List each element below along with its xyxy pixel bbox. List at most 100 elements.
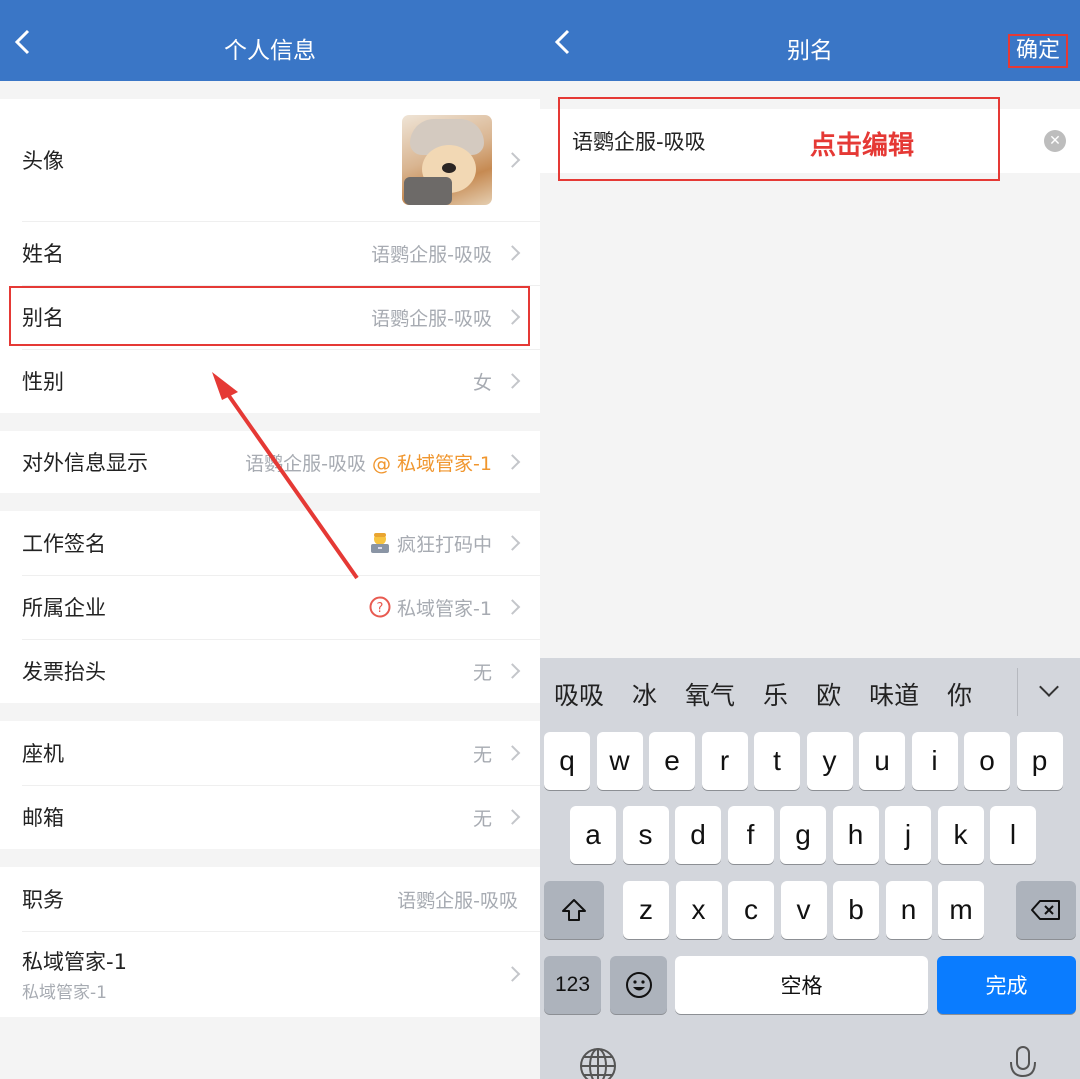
key-u[interactable]: u xyxy=(859,732,905,790)
key-s[interactable]: s xyxy=(622,806,669,864)
key-k[interactable]: k xyxy=(937,806,984,864)
chevron-right-icon xyxy=(504,373,521,389)
row-work-signature[interactable]: 工作签名 疯狂打码中 xyxy=(0,511,540,575)
page-title: 个人信息 xyxy=(224,38,316,64)
space-key[interactable]: 空格 xyxy=(675,956,928,1014)
candidate[interactable]: 你 xyxy=(947,676,972,712)
chevron-right-icon xyxy=(504,454,521,470)
row-value: 女 xyxy=(472,371,492,394)
row-email[interactable]: 邮箱 无 xyxy=(0,785,540,849)
key-h[interactable]: h xyxy=(832,806,879,864)
key-q[interactable]: q xyxy=(544,732,590,790)
key-l[interactable]: l xyxy=(990,806,1036,864)
chevron-right-icon xyxy=(504,245,521,261)
key-m[interactable]: m xyxy=(938,881,984,939)
clear-icon[interactable]: ✕ xyxy=(1044,130,1066,152)
done-key[interactable]: 完成 xyxy=(937,956,1076,1014)
emoji-icon xyxy=(625,972,652,998)
candidate[interactable]: 味道 xyxy=(869,676,919,712)
key-p[interactable]: p xyxy=(1016,732,1063,790)
row-landline[interactable]: 座机 无 xyxy=(0,721,540,785)
highlight-box-input xyxy=(558,97,1000,181)
company-name: 私域管家-1 xyxy=(397,597,492,620)
row-avatar[interactable]: 头像 xyxy=(0,99,540,221)
key-x[interactable]: x xyxy=(675,881,722,939)
row-label: 邮箱 xyxy=(22,806,64,830)
key-c[interactable]: c xyxy=(728,881,774,939)
key-row-3: zxcvbnm xyxy=(540,881,1080,939)
candidate[interactable]: 吸吸 xyxy=(554,676,604,712)
candidate[interactable]: 乐 xyxy=(763,676,788,712)
row-label: 头像 xyxy=(22,149,64,173)
backspace-key[interactable] xyxy=(1016,881,1076,939)
chevron-down-icon[interactable] xyxy=(1039,677,1059,697)
globe-icon[interactable] xyxy=(578,1046,618,1079)
row-value: 语鹦企服-吸吸 xyxy=(371,243,492,266)
key-v[interactable]: v xyxy=(780,881,827,939)
external-info-group: 对外信息显示 语鹦企服-吸吸 @ 私域管家-1 xyxy=(0,431,540,493)
key-j[interactable]: j xyxy=(885,806,931,864)
page-title: 别名 xyxy=(787,38,833,64)
key-n[interactable]: n xyxy=(885,881,932,939)
signature-text: 疯狂打码中 xyxy=(396,533,492,556)
row-company[interactable]: 所属企业 ? 私域管家-1 xyxy=(0,575,540,639)
key-e[interactable]: e xyxy=(649,732,695,790)
key-f[interactable]: f xyxy=(727,806,774,864)
key-row-1: qwertyuiop xyxy=(540,732,1080,790)
row-label: 发票抬头 xyxy=(22,660,106,684)
row-label: 工作签名 xyxy=(22,532,106,556)
question-circle-icon[interactable]: ? xyxy=(369,596,391,618)
technologist-emoji-icon xyxy=(370,533,389,553)
chevron-right-icon xyxy=(504,663,521,679)
backspace-icon xyxy=(1031,900,1060,920)
microphone-icon[interactable] xyxy=(1008,1046,1038,1079)
key-o[interactable]: o xyxy=(964,732,1010,790)
shift-key[interactable] xyxy=(544,881,604,939)
position-group: 职务 语鹦企服-吸吸 私域管家-1 私域管家-1 xyxy=(0,867,540,1017)
alias-edit-screen: 别名 确定 点击编辑 ✕ 吸吸 冰 氧气 乐 欧 味道 你 qwertyuiop… xyxy=(540,0,1080,1079)
row-label: 座机 xyxy=(22,742,64,766)
chevron-right-icon xyxy=(504,599,521,615)
numbers-key[interactable]: 123 xyxy=(544,956,601,1014)
candidate-divider xyxy=(1017,668,1018,716)
row-external-display[interactable]: 对外信息显示 语鹦企服-吸吸 @ 私域管家-1 xyxy=(0,431,540,493)
shift-icon xyxy=(562,899,586,921)
key-d[interactable]: d xyxy=(675,806,721,864)
confirm-button[interactable]: 确定 xyxy=(1007,34,1068,68)
row-label: 姓名 xyxy=(22,242,64,266)
row-value: 语鹦企服-吸吸 @ 私域管家-1 xyxy=(245,449,492,476)
work-info-group: 工作签名 疯狂打码中 所属企业 ? 私域管家-1 发票抬头 无 xyxy=(0,511,540,703)
key-w[interactable]: w xyxy=(596,732,643,790)
avatar[interactable] xyxy=(402,115,492,205)
keyboard: 吸吸 冰 氧气 乐 欧 味道 你 qwertyuiop asdfghjkl zx… xyxy=(540,658,1080,1079)
candidate[interactable]: 欧 xyxy=(816,676,841,712)
key-r[interactable]: r xyxy=(701,732,748,790)
key-g[interactable]: g xyxy=(780,806,826,864)
row-value: 无 xyxy=(472,807,492,830)
row-invoice-title[interactable]: 发票抬头 无 xyxy=(0,639,540,703)
row-value: 无 xyxy=(472,661,492,684)
row-value: 无 xyxy=(472,743,492,766)
key-t[interactable]: t xyxy=(754,732,800,790)
key-z[interactable]: z xyxy=(623,881,669,939)
candidate[interactable]: 冰 xyxy=(632,676,657,712)
emoji-key[interactable] xyxy=(610,956,667,1014)
key-a[interactable]: a xyxy=(570,806,616,864)
row-name[interactable]: 姓名 语鹦企服-吸吸 xyxy=(0,221,540,285)
chevron-right-icon xyxy=(504,966,521,982)
row-department[interactable]: 私域管家-1 私域管家-1 xyxy=(0,931,540,1017)
row-position: 职务 语鹦企服-吸吸 xyxy=(0,867,540,931)
svg-text:?: ? xyxy=(377,601,384,616)
key-i[interactable]: i xyxy=(911,732,958,790)
key-y[interactable]: y xyxy=(806,732,853,790)
chevron-right-icon xyxy=(504,809,521,825)
row-gender[interactable]: 性别 女 xyxy=(0,349,540,413)
row-label: 对外信息显示 xyxy=(22,451,148,475)
candidate-bar: 吸吸 冰 氧气 乐 欧 味道 你 xyxy=(540,658,1080,730)
key-b[interactable]: b xyxy=(833,881,879,939)
chevron-right-icon xyxy=(504,535,521,551)
key-row-4: 123 空格 完成 xyxy=(540,956,1080,1014)
candidate[interactable]: 氧气 xyxy=(685,676,735,712)
contact-group: 座机 无 邮箱 无 xyxy=(0,721,540,849)
chevron-right-icon xyxy=(504,745,521,761)
